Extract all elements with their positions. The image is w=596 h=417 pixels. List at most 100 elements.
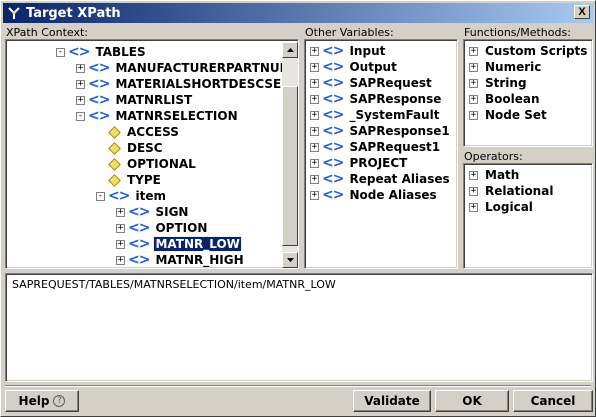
function-label[interactable]: Node Set bbox=[484, 108, 548, 122]
function-row[interactable]: + Node Set bbox=[469, 107, 548, 123]
plus-box-icon[interactable]: + bbox=[310, 190, 319, 200]
plus-box-icon[interactable]: + bbox=[116, 223, 125, 233]
plus-box-icon[interactable]: + bbox=[469, 110, 478, 120]
context-node-label[interactable]: MATNR_HIGH bbox=[154, 253, 244, 267]
xpath-context-scrollbar[interactable] bbox=[282, 42, 298, 268]
context-tree-row[interactable]: OPTIONAL bbox=[96, 156, 197, 172]
function-row[interactable]: + Numeric bbox=[469, 59, 542, 75]
context-tree-row[interactable]: + <> MATERIALSHORTDESCSEL bbox=[76, 76, 290, 92]
minus-box-icon[interactable]: - bbox=[76, 111, 85, 121]
plus-box-icon[interactable]: + bbox=[469, 78, 478, 88]
context-node-label[interactable]: OPTION bbox=[154, 221, 208, 235]
variable-label[interactable]: PROJECT bbox=[348, 156, 408, 170]
validate-button[interactable]: Validate bbox=[353, 390, 431, 412]
context-node-label[interactable]: SIGN bbox=[154, 205, 189, 219]
scroll-thumb[interactable] bbox=[282, 86, 298, 246]
context-node-label[interactable]: MATNR_LOW bbox=[153, 236, 242, 252]
variable-label[interactable]: _SystemFault bbox=[348, 108, 440, 122]
plus-box-icon[interactable]: + bbox=[310, 126, 319, 136]
operator-label[interactable]: Relational bbox=[484, 184, 554, 198]
function-row[interactable]: + Custom Scripts bbox=[469, 43, 588, 59]
context-tree-row[interactable]: - <> MATNRSELECTION bbox=[76, 108, 239, 124]
context-tree-row[interactable]: DESC bbox=[96, 140, 164, 156]
function-label[interactable]: Boolean bbox=[484, 92, 541, 106]
plus-box-icon[interactable]: + bbox=[76, 79, 85, 89]
variable-row[interactable]: + <> Input bbox=[310, 43, 386, 59]
operator-label[interactable]: Math bbox=[484, 168, 520, 182]
variable-label[interactable]: Input bbox=[348, 44, 386, 58]
plus-box-icon[interactable]: + bbox=[469, 62, 478, 72]
scroll-down-button[interactable] bbox=[282, 252, 298, 268]
variable-row[interactable]: + <> PROJECT bbox=[310, 155, 408, 171]
plus-box-icon[interactable]: + bbox=[310, 174, 319, 184]
context-tree-row[interactable]: - <> item bbox=[96, 188, 167, 204]
xpath-context-tree[interactable]: - <> TABLES + <> MANUFACTURERPARTNUMB + <> MATER… bbox=[5, 39, 299, 269]
plus-box-icon[interactable]: + bbox=[469, 202, 478, 212]
plus-box-icon[interactable]: + bbox=[116, 239, 125, 249]
operator-row[interactable]: + Math bbox=[469, 167, 520, 183]
variable-row[interactable]: + <> SAPResponse bbox=[310, 91, 442, 107]
cancel-button[interactable]: Cancel bbox=[513, 390, 593, 412]
variable-label[interactable]: SAPResponse bbox=[348, 92, 442, 106]
context-node-label[interactable]: ACCESS bbox=[126, 125, 180, 139]
variable-label[interactable]: Repeat Aliases bbox=[348, 172, 450, 186]
plus-box-icon[interactable]: + bbox=[310, 94, 319, 104]
close-button[interactable]: X bbox=[574, 5, 590, 19]
function-label[interactable]: String bbox=[484, 76, 528, 90]
context-node-label[interactable]: MATNRLIST bbox=[114, 93, 193, 107]
operator-row[interactable]: + Logical bbox=[469, 199, 534, 215]
variable-label[interactable]: SAPRequest bbox=[348, 76, 432, 90]
variable-label[interactable]: Node Aliases bbox=[348, 188, 437, 202]
context-node-label[interactable]: TYPE bbox=[126, 173, 162, 187]
context-node-label[interactable]: item bbox=[134, 189, 167, 203]
plus-box-icon[interactable]: + bbox=[469, 46, 478, 56]
variable-row[interactable]: + <> SAPResponse1 bbox=[310, 123, 451, 139]
context-node-label[interactable]: DESC bbox=[126, 141, 164, 155]
operator-row[interactable]: + Relational bbox=[469, 183, 554, 199]
variable-row[interactable]: + <> SAPRequest1 bbox=[310, 139, 441, 155]
function-row[interactable]: + Boolean bbox=[469, 91, 541, 107]
context-tree-row[interactable]: ACCESS bbox=[96, 124, 180, 140]
context-tree-row[interactable]: + <> MATNR_HIGH bbox=[116, 252, 245, 268]
ok-button[interactable]: OK bbox=[435, 390, 509, 412]
plus-box-icon[interactable]: + bbox=[310, 158, 319, 168]
context-tree-row[interactable]: + <> OPTION bbox=[116, 220, 208, 236]
plus-box-icon[interactable]: + bbox=[310, 142, 319, 152]
variable-row[interactable]: + <> SAPRequest bbox=[310, 75, 433, 91]
plus-box-icon[interactable]: + bbox=[469, 170, 478, 180]
context-tree-row[interactable]: + <> SIGN bbox=[116, 204, 189, 220]
context-tree-row[interactable]: + <> MANUFACTURERPARTNUMB bbox=[76, 60, 298, 76]
xpath-expression-editor[interactable]: SAPREQUEST/TABLES/MATNRSELECTION/item/MA… bbox=[5, 273, 593, 382]
help-button[interactable]: Help ? bbox=[5, 390, 79, 412]
scroll-up-button[interactable] bbox=[282, 42, 298, 58]
variable-label[interactable]: SAPResponse1 bbox=[348, 124, 450, 138]
plus-box-icon[interactable]: + bbox=[116, 207, 125, 217]
context-tree-row[interactable]: TYPE bbox=[96, 172, 162, 188]
plus-box-icon[interactable]: + bbox=[76, 63, 85, 73]
plus-box-icon[interactable]: + bbox=[116, 255, 125, 265]
plus-box-icon[interactable]: + bbox=[469, 94, 478, 104]
plus-box-icon[interactable]: + bbox=[469, 186, 478, 196]
operator-label[interactable]: Logical bbox=[484, 200, 534, 214]
minus-box-icon[interactable]: - bbox=[56, 47, 65, 57]
xpath-expression-text[interactable]: SAPREQUEST/TABLES/MATNRSELECTION/item/MA… bbox=[12, 278, 336, 291]
context-tree-row[interactable]: + <> MATNR_LOW bbox=[116, 236, 242, 252]
plus-box-icon[interactable]: + bbox=[310, 78, 319, 88]
plus-box-icon[interactable]: + bbox=[76, 95, 85, 105]
other-variables-tree[interactable]: + <> Input + <> Output + <> SAPRequest + <> SAPResp… bbox=[304, 39, 458, 269]
variable-label[interactable]: Output bbox=[348, 60, 397, 74]
context-node-label[interactable]: TABLES bbox=[94, 45, 146, 59]
plus-box-icon[interactable]: + bbox=[310, 46, 319, 56]
variable-label[interactable]: SAPRequest1 bbox=[348, 140, 441, 154]
context-node-label[interactable]: MANUFACTURERPARTNUMB bbox=[114, 61, 298, 75]
plus-box-icon[interactable]: + bbox=[310, 110, 319, 120]
variable-row[interactable]: + <> Output bbox=[310, 59, 398, 75]
operators-tree[interactable]: + Math + Relational + Logical bbox=[463, 163, 593, 269]
functions-tree[interactable]: + Custom Scripts + Numeric + String + Boolean + N… bbox=[463, 39, 593, 147]
title-bar[interactable]: Target XPath X bbox=[3, 3, 593, 23]
variable-row[interactable]: + <> Repeat Aliases bbox=[310, 171, 451, 187]
function-label[interactable]: Numeric bbox=[484, 60, 542, 74]
context-tree-row[interactable]: + <> MATNRLIST bbox=[76, 92, 193, 108]
variable-row[interactable]: + <> _SystemFault bbox=[310, 107, 440, 123]
minus-box-icon[interactable]: - bbox=[96, 191, 105, 201]
